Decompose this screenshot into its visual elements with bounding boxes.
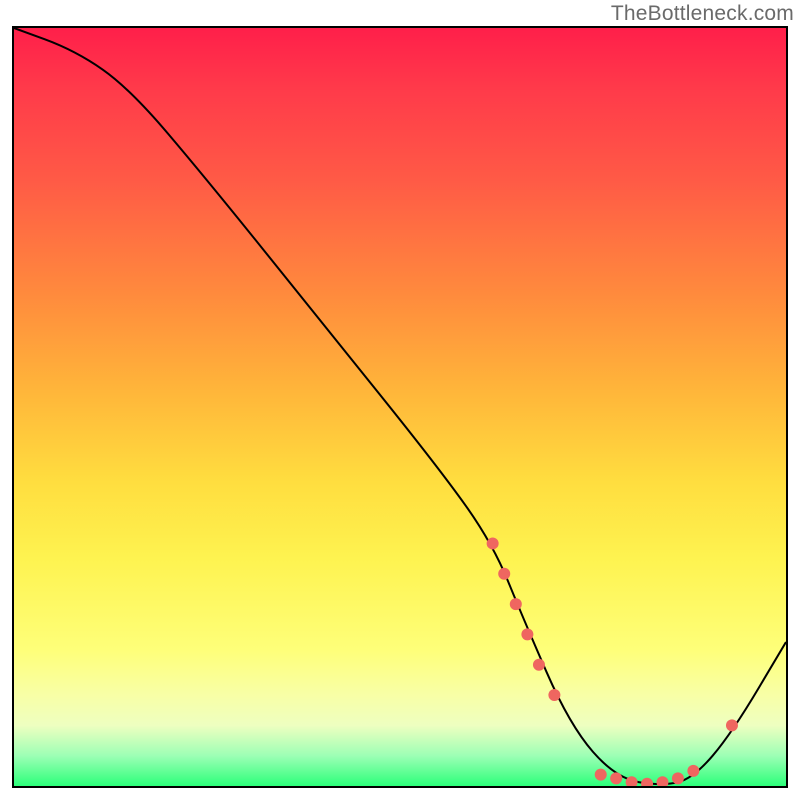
data-marker: [533, 659, 545, 671]
watermark-text: TheBottleneck.com: [611, 2, 794, 26]
plot-area: [12, 26, 788, 788]
data-marker: [726, 719, 738, 731]
data-marker: [487, 537, 499, 549]
data-marker: [672, 772, 684, 784]
data-marker: [641, 778, 653, 786]
marker-group: [487, 537, 738, 786]
bottleneck-curve: [14, 28, 786, 784]
data-marker: [510, 598, 522, 610]
data-marker: [498, 568, 510, 580]
data-marker: [595, 769, 607, 781]
data-marker: [687, 765, 699, 777]
data-marker: [548, 689, 560, 701]
data-marker: [521, 628, 533, 640]
data-marker: [656, 776, 668, 786]
data-marker: [610, 772, 622, 784]
curve-layer: [14, 28, 786, 786]
chart-frame: TheBottleneck.com: [0, 0, 800, 800]
